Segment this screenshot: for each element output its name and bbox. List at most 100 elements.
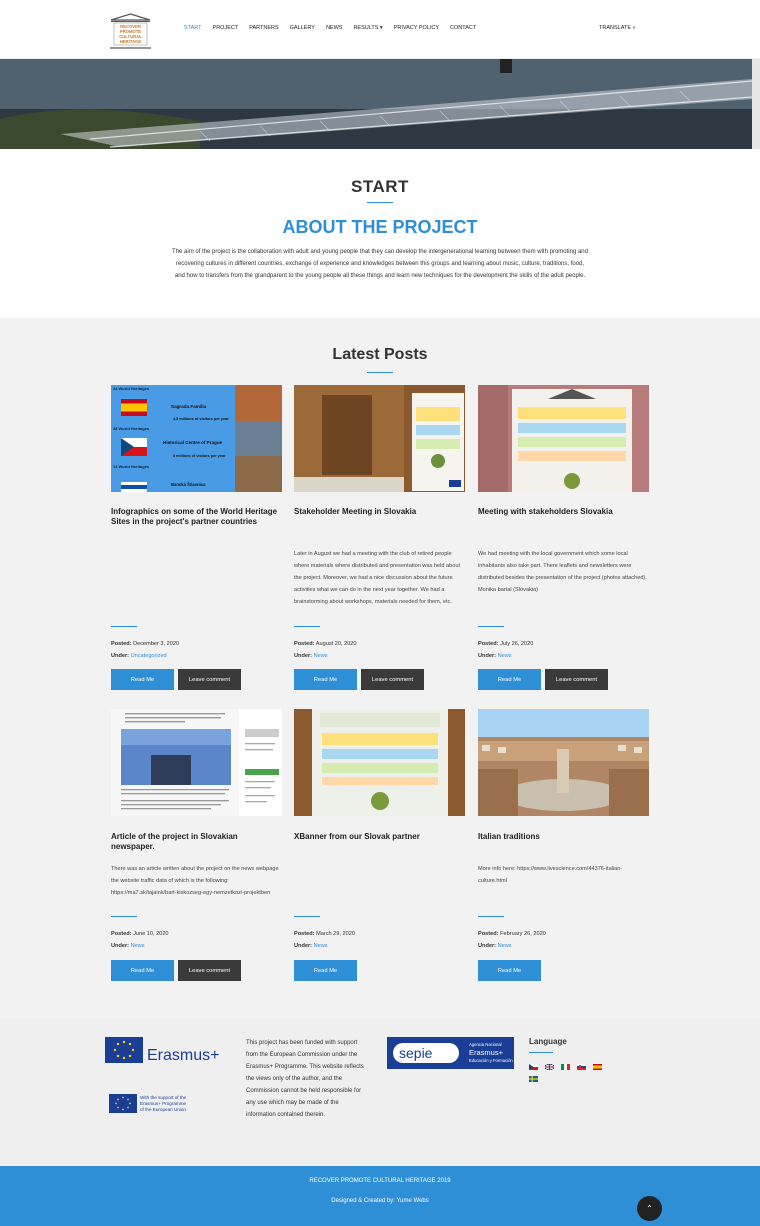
nav-contact[interactable]: CONTACT <box>450 25 476 31</box>
posted-label: Posted: <box>111 641 132 647</box>
sepie-sub-text: Educación y Formación <box>469 1058 513 1063</box>
post-category-link[interactable]: Uncategorized <box>131 653 167 659</box>
post-excerpt: Later in August we had a meeting with th… <box>294 551 461 605</box>
read-more-button[interactable]: Read Me <box>478 669 541 690</box>
language-title: Language <box>529 1037 567 1046</box>
post-image[interactable] <box>294 709 465 816</box>
eu-support-text: Erasmus+ Programme <box>140 1101 187 1106</box>
eu-support-text: of the European Union <box>140 1107 186 1112</box>
post-category-link[interactable]: News <box>314 943 328 949</box>
title-underline <box>367 202 393 203</box>
read-more-button[interactable]: Read Me <box>294 960 357 981</box>
infographic-text: Historical Centre of Prague <box>163 440 223 445</box>
nav-start[interactable]: START <box>184 25 202 31</box>
post-divider <box>294 916 320 917</box>
post-divider <box>111 916 137 917</box>
post-card: Meeting with stakeholders Slovakia We ha… <box>478 385 649 695</box>
infographic-text: Banská Štiavnica <box>171 482 206 487</box>
under-label: Under: <box>111 653 130 659</box>
post-date: August 20, 2020 <box>315 641 357 647</box>
post-image[interactable] <box>294 385 465 492</box>
nav-partners[interactable]: PARTNERS <box>249 25 278 31</box>
leave-comment-button[interactable]: Leave comment <box>178 669 241 690</box>
eu-support-text: With the support of the <box>140 1095 187 1100</box>
about-text: The aim of the project is the collaborat… <box>172 249 588 279</box>
under-label: Under: <box>478 943 497 949</box>
nav-gallery[interactable]: GALLERY <box>290 25 315 31</box>
post-title[interactable]: XBanner from our Slovak partner <box>294 832 465 842</box>
flag-italy-icon[interactable] <box>561 1064 570 1070</box>
infographic-text: 14 World Heritages <box>113 464 150 469</box>
post-title[interactable]: Meeting with stakeholders Slovakia <box>478 507 649 517</box>
post-title[interactable]: Italian traditions <box>478 832 649 842</box>
post-category-link[interactable]: News <box>131 943 145 949</box>
post-meta: Posted: June 10, 2020 Under: News <box>111 928 169 952</box>
post-meta: Posted: February 26, 2020 Under: News <box>478 928 546 952</box>
posted-label: Posted: <box>294 641 315 647</box>
read-more-button[interactable]: Read Me <box>111 669 174 690</box>
nav-news[interactable]: NEWS <box>326 25 343 31</box>
post-date: December 3, 2020 <box>133 641 180 647</box>
hero-scrollbar[interactable] <box>752 59 760 149</box>
post-category-link[interactable]: News <box>498 653 512 659</box>
sepie-sub-text: Agencia Nacional <box>469 1042 502 1047</box>
posted-label: Posted: <box>478 931 499 937</box>
flag-slovakia-icon[interactable] <box>577 1064 586 1070</box>
sepie-logo-text: sepie <box>399 1045 433 1061</box>
leave-comment-button[interactable]: Leave comment <box>361 669 424 690</box>
read-more-button[interactable]: Read Me <box>111 960 174 981</box>
nav-project[interactable]: PROJECT <box>213 25 239 31</box>
post-divider <box>478 626 504 627</box>
post-title[interactable]: Stakeholder Meeting in Slovakia <box>294 507 465 517</box>
site-header: RECOVER PROMOTE CULTURAL HERITAGE START … <box>0 0 760 59</box>
posted-label: Posted: <box>111 931 132 937</box>
about-title: ABOUT THE PROJECT <box>282 217 478 237</box>
nav-results[interactable]: RESULTS ▾ <box>353 25 382 31</box>
infographic-text: 34 World Heritages <box>113 386 150 391</box>
posts-title-underline <box>367 372 393 373</box>
translate-link[interactable]: TRANSLATE » <box>599 25 636 31</box>
flag-czech-icon[interactable] <box>529 1064 538 1070</box>
post-divider <box>478 916 504 917</box>
eu-support-logo: With the support of the Erasmus+ Program… <box>109 1094 204 1118</box>
leave-comment-button[interactable]: Leave comment <box>178 960 241 981</box>
erasmus-logo-text: Erasmus+ <box>147 1047 219 1064</box>
flag-uk-icon[interactable] <box>544 1063 555 1071</box>
post-image[interactable]: 34 World Heritages Sagrada Familia 4,5 m… <box>111 385 282 492</box>
under-label: Under: <box>111 943 130 949</box>
post-card: 34 World Heritages Sagrada Familia 4,5 m… <box>111 385 282 695</box>
chevron-up-icon: ⌃ <box>646 1204 653 1213</box>
post-date: June 10, 2020 <box>133 931 169 937</box>
back-to-top-button[interactable]: ⌃ <box>637 1196 662 1221</box>
post-image[interactable] <box>478 709 649 816</box>
infographic-text: 8 millions of visitors per year <box>173 454 226 458</box>
leave-comment-button[interactable]: Leave comment <box>545 669 608 690</box>
post-meta: Posted: July 26, 2020 Under: News <box>478 638 533 662</box>
post-meta: Posted: August 20, 2020 Under: News <box>294 638 357 662</box>
infographic-text: Sagrada Familia <box>171 404 207 409</box>
sepie-sub-text: Erasmus+ <box>469 1048 504 1057</box>
nav-privacy-policy[interactable]: PRIVACY POLICY <box>394 25 439 31</box>
read-more-button[interactable]: Read Me <box>478 960 541 981</box>
post-card: Stakeholder Meeting in Slovakia Later in… <box>294 385 465 695</box>
under-label: Under: <box>294 653 313 659</box>
post-date: March 29, 2020 <box>316 931 355 937</box>
post-card: Italian traditions More info here: https… <box>478 709 649 984</box>
read-more-button[interactable]: Read Me <box>294 669 357 690</box>
post-category-link[interactable]: News <box>314 653 328 659</box>
flag-sweden-icon[interactable] <box>529 1076 538 1082</box>
post-title[interactable]: Article of the project in Slovakian news… <box>111 832 282 852</box>
post-category-link[interactable]: News <box>498 943 512 949</box>
latest-posts-title: Latest Posts <box>332 346 428 363</box>
post-excerpt: There was an article written about the p… <box>111 866 279 896</box>
post-excerpt: More info here: https://www.livescience.… <box>478 866 623 884</box>
page-title: START <box>351 177 409 196</box>
post-image[interactable] <box>478 385 649 492</box>
post-image[interactable] <box>111 709 282 816</box>
site-logo[interactable]: RECOVER PROMOTE CULTURAL HERITAGE <box>107 13 154 51</box>
post-divider <box>111 626 137 627</box>
sepie-logo: sepie Agencia Nacional Erasmus+ Educació… <box>387 1037 514 1071</box>
flag-spain-icon[interactable] <box>593 1064 602 1070</box>
main-nav: START PROJECT PARTNERS GALLERY NEWS RESU… <box>184 25 487 31</box>
post-title[interactable]: Infographics on some of the World Herita… <box>111 507 282 527</box>
